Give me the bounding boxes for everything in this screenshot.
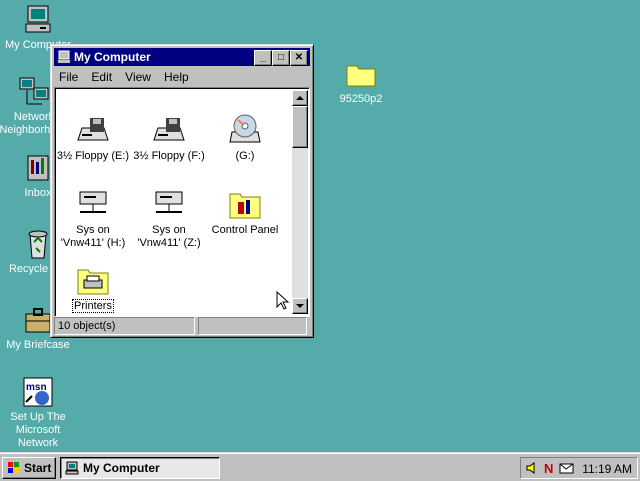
menu-help[interactable]: Help	[159, 68, 194, 84]
item-label: Control Panel	[211, 224, 279, 236]
network-neighborhood-icon	[18, 76, 50, 108]
svg-text:N: N	[544, 461, 553, 475]
desktop-icon-label: Set Up The Microsoft Network	[10, 411, 66, 449]
msn-icon: msn	[22, 376, 54, 408]
minimize-button[interactable]: _	[254, 50, 272, 66]
close-button[interactable]: ✕	[290, 50, 308, 66]
menu-file[interactable]: File	[54, 68, 83, 84]
folder-icon	[345, 58, 377, 90]
item-label: Sys on 'Vnw411' (Z:)	[137, 224, 201, 249]
desktop-icon-label: 95250p2	[339, 93, 383, 105]
scrollbar-thumb[interactable]	[292, 106, 308, 148]
vertical-scrollbar[interactable]	[292, 90, 308, 314]
item-network-z[interactable]: Sys on 'Vnw411' (Z:)	[131, 188, 207, 250]
floppy-drive-icon	[76, 114, 110, 146]
computer-icon	[57, 50, 71, 64]
item-network-h[interactable]: Sys on 'Vnw411' (H:)	[55, 188, 131, 250]
item-label: 3½ Floppy (E:)	[56, 150, 130, 162]
control-panel-icon	[228, 188, 262, 220]
mouse-cursor-icon	[276, 291, 290, 310]
status-cell-empty	[198, 317, 307, 335]
clock[interactable]: 11:19 AM	[582, 462, 632, 476]
item-label: 3½ Floppy (F:)	[133, 150, 205, 162]
floppy-drive-icon	[152, 114, 186, 146]
taskbar-my-computer-button[interactable]: My Computer	[60, 457, 220, 479]
window-title: My Computer	[74, 50, 151, 64]
start-label: Start	[24, 461, 52, 475]
menu-view[interactable]: View	[120, 68, 156, 84]
status-object-count: 10 object(s)	[54, 317, 195, 335]
network-drive-icon	[152, 188, 186, 220]
item-control-panel[interactable]: Control Panel	[207, 188, 283, 237]
menu-edit[interactable]: Edit	[86, 68, 117, 84]
volume-icon[interactable]	[525, 461, 539, 475]
scroll-down-button[interactable]	[292, 298, 308, 314]
windows-logo-icon	[8, 462, 19, 473]
item-floppy-e[interactable]: 3½ Floppy (E:)	[55, 114, 131, 163]
printers-icon	[76, 264, 110, 296]
desktop-icon-folder-95250p2[interactable]: 95250p2	[323, 58, 399, 106]
item-label: (G:)	[235, 150, 255, 162]
network-drive-icon	[76, 188, 110, 220]
taskbar: Start My Computer N 11:19 AM	[0, 452, 640, 481]
taskbar-button-label: My Computer	[83, 461, 160, 475]
menu-bar: File Edit View Help	[54, 68, 310, 86]
arrow-down-icon	[296, 304, 304, 308]
scroll-up-button[interactable]	[292, 90, 308, 106]
netware-icon[interactable]: N	[543, 461, 557, 475]
item-label: Sys on 'Vnw411' (H:)	[60, 224, 126, 249]
content-pane: 3½ Floppy (E:) 3½ Floppy (F:) (G:) Sys o…	[54, 87, 310, 317]
arrow-up-icon	[296, 96, 304, 100]
desktop-icon-msn[interactable]: msn Set Up The Microsoft Network	[0, 376, 76, 450]
computer-icon	[65, 461, 79, 475]
mail-icon[interactable]	[559, 461, 575, 475]
status-bar: 10 object(s)	[54, 317, 310, 335]
window-titlebar[interactable]: My Computer _ □ ✕	[54, 48, 310, 66]
start-button[interactable]: Start	[2, 457, 56, 479]
my-computer-icon	[22, 4, 54, 36]
cd-drive-icon	[228, 114, 262, 146]
system-tray: N 11:19 AM	[520, 457, 638, 479]
item-floppy-f[interactable]: 3½ Floppy (F:)	[131, 114, 207, 163]
item-cd-g[interactable]: (G:)	[207, 114, 283, 163]
item-printers[interactable]: Printers	[55, 264, 131, 313]
item-label: Printers	[72, 299, 114, 313]
maximize-button[interactable]: □	[272, 50, 290, 66]
my-computer-window[interactable]: My Computer _ □ ✕ File Edit View Help 3½…	[50, 44, 314, 338]
desktop-icon-label: My Briefcase	[6, 339, 70, 351]
